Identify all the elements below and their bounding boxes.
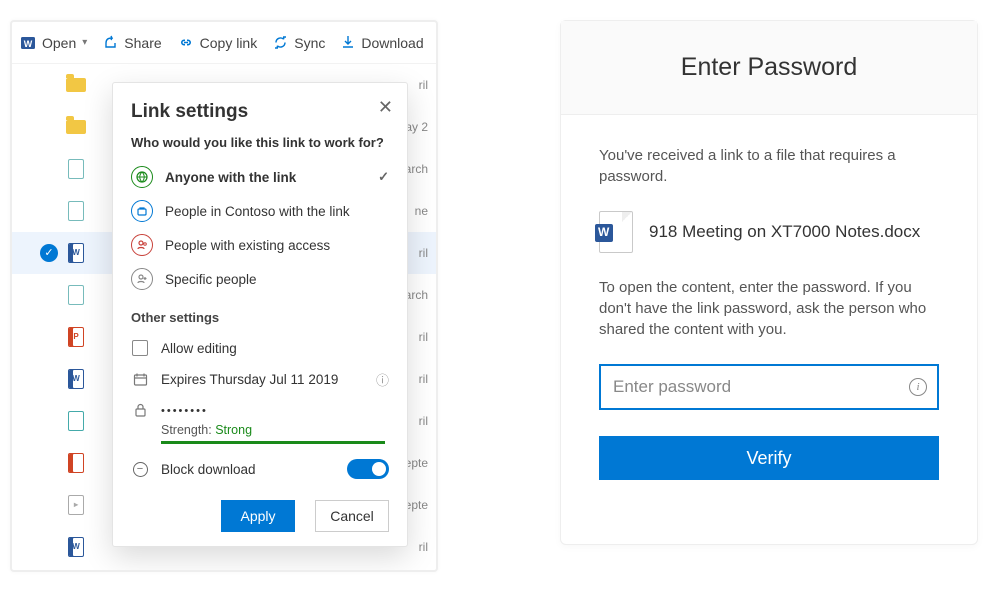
person-add-icon (131, 268, 153, 290)
file-name: 918 Meeting on XT7000 Notes.docx (649, 221, 920, 243)
sync-icon (273, 35, 288, 50)
card-body: You've received a link to a file that re… (561, 115, 977, 480)
people-icon (131, 234, 153, 256)
briefcase-icon (131, 200, 153, 222)
password-input[interactable] (599, 364, 939, 410)
file-meta: arch (405, 288, 428, 302)
expiration-row[interactable]: Expires Thursday Jul 11 2019 ⓘ (131, 363, 389, 396)
download-icon (341, 35, 355, 50)
file-meta: ril (419, 372, 428, 386)
folder-icon (66, 78, 86, 92)
audience-org-label: People in Contoso with the link (165, 204, 350, 219)
word-file-icon: W (68, 537, 84, 557)
audience-specific-label: Specific people (165, 272, 257, 287)
file-meta: ril (419, 246, 428, 260)
apply-button[interactable]: Apply (221, 500, 295, 532)
password-field-wrap: i (599, 364, 939, 410)
enter-password-card: Enter Password You've received a link to… (560, 20, 978, 545)
sync-button[interactable]: Sync (273, 35, 325, 51)
strength-value: Strong (215, 423, 252, 437)
allow-editing-row[interactable]: Allow editing (131, 333, 389, 363)
image-file-icon (68, 201, 84, 221)
checkmark-icon: ✓ (378, 169, 389, 185)
image-file-icon (68, 159, 84, 179)
share-icon (103, 35, 118, 50)
block-download-label: Block download (161, 462, 256, 477)
share-label: Share (124, 35, 161, 51)
chevron-down-icon: ▾ (82, 37, 87, 48)
other-settings-header: Other settings (131, 310, 389, 325)
pdf-file-icon (68, 453, 84, 473)
link-icon (178, 35, 194, 50)
file-meta: ril (419, 414, 428, 428)
block-download-row[interactable]: − Block download (131, 452, 389, 486)
file-browser-panel: W Open ▾ Share Copy link Sync Download r… (10, 20, 438, 572)
info-icon[interactable]: i (909, 378, 927, 396)
sync-label: Sync (294, 35, 325, 51)
share-button[interactable]: Share (103, 35, 161, 51)
svg-text:W: W (24, 39, 33, 49)
copy-link-label: Copy link (200, 35, 258, 51)
audience-anyone-label: Anyone with the link (165, 170, 296, 185)
word-file-icon: W (68, 369, 84, 389)
open-menu[interactable]: W Open ▾ (20, 35, 87, 51)
file-info-row: 918 Meeting on XT7000 Notes.docx (599, 211, 939, 253)
verify-button[interactable]: Verify (599, 436, 939, 480)
audience-existing-label: People with existing access (165, 238, 330, 253)
instruction-message: To open the content, enter the password.… (599, 277, 939, 340)
globe-icon (131, 166, 153, 188)
audience-org[interactable]: People in Contoso with the link (131, 194, 389, 228)
cancel-button[interactable]: Cancel (315, 500, 389, 532)
password-value: •••••••• (161, 405, 208, 417)
download-button[interactable]: Download (341, 35, 423, 51)
lock-icon (131, 403, 149, 418)
link-settings-popover: ✕ Link settings Who would you like this … (112, 82, 408, 547)
audience-subtitle: Who would you like this link to work for… (131, 135, 389, 150)
file-meta: epte (405, 456, 428, 470)
file-meta: ril (419, 78, 428, 92)
word-file-icon: W (68, 243, 84, 263)
strength-bar (161, 441, 385, 444)
file-meta: ay 2 (405, 120, 428, 134)
card-header: Enter Password (561, 21, 977, 115)
audience-specific[interactable]: Specific people (131, 262, 389, 296)
generic-file-icon (68, 411, 84, 431)
image-file-icon (68, 285, 84, 305)
audience-anyone[interactable]: Anyone with the link ✓ (131, 160, 389, 194)
checkbox-icon[interactable] (132, 340, 148, 356)
password-row[interactable]: •••••••• (131, 396, 389, 425)
copy-link-button[interactable]: Copy link (178, 35, 258, 51)
video-file-icon: ▸ (68, 495, 84, 515)
file-meta: ne (415, 204, 428, 218)
card-title: Enter Password (681, 53, 857, 82)
file-meta: ril (419, 330, 428, 344)
powerpoint-file-icon: P (68, 327, 84, 347)
command-bar: W Open ▾ Share Copy link Sync Download (12, 22, 436, 64)
expiration-label: Expires Thursday Jul 11 2019 (161, 372, 338, 387)
download-label: Download (361, 35, 423, 51)
password-strength: Strength: Strong (131, 423, 389, 437)
open-label: Open (42, 35, 76, 51)
popover-title: Link settings (131, 101, 389, 123)
popover-buttons: Apply Cancel (131, 500, 389, 532)
received-link-message: You've received a link to a file that re… (599, 145, 939, 187)
allow-editing-label: Allow editing (161, 341, 237, 356)
file-meta: epte (405, 498, 428, 512)
block-download-toggle[interactable] (347, 459, 389, 479)
audience-existing[interactable]: People with existing access (131, 228, 389, 262)
strength-label: Strength: (161, 423, 215, 437)
word-file-icon (599, 211, 633, 253)
close-button[interactable]: ✕ (378, 97, 393, 118)
calendar-icon (131, 372, 149, 387)
selected-check-icon: ✓ (40, 244, 58, 262)
word-icon: W (20, 35, 36, 51)
file-meta: arch (405, 162, 428, 176)
info-icon[interactable]: ⓘ (376, 370, 389, 389)
file-meta: ril (419, 540, 428, 554)
block-icon: − (133, 462, 148, 477)
folder-icon (66, 120, 86, 134)
